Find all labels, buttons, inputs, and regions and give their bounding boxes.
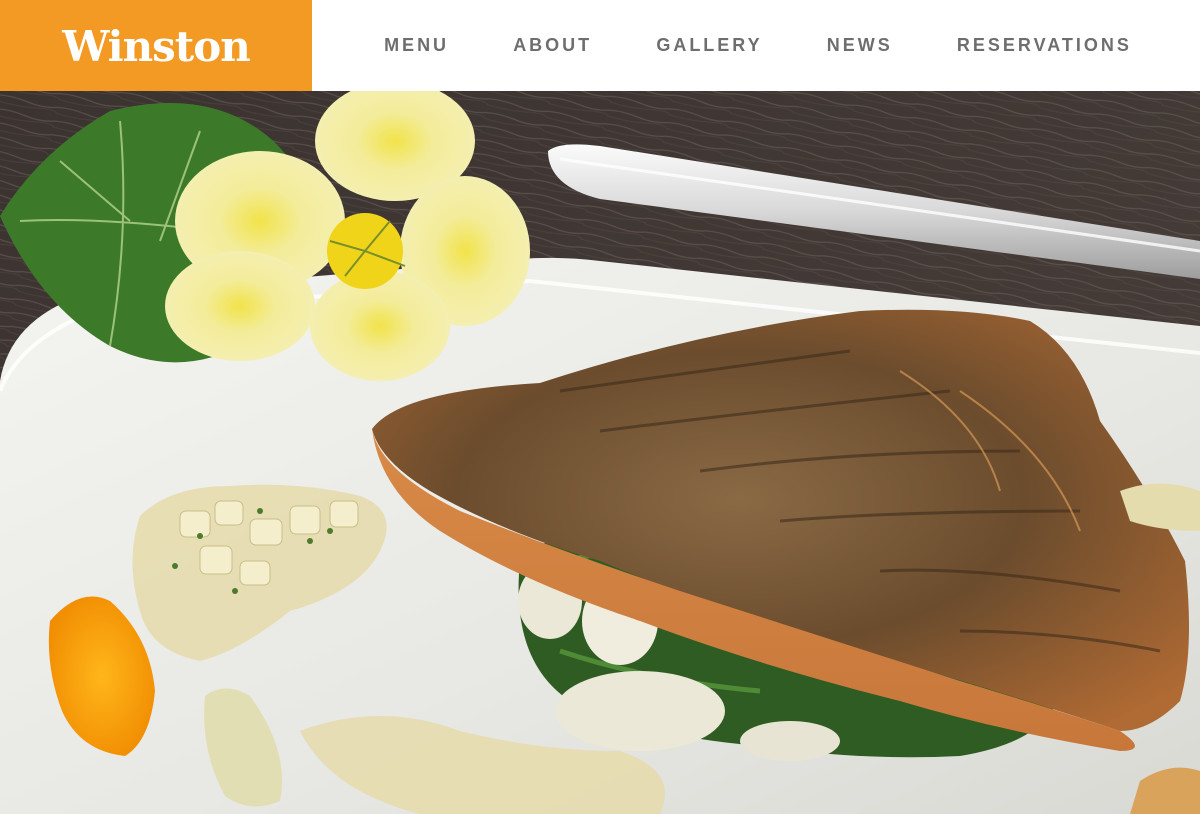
site-header: Winston MENU ABOUT GALLERY NEWS RESERVAT…	[0, 0, 1200, 91]
hero-image	[0, 91, 1200, 814]
brand-name: Winston	[62, 22, 251, 71]
nav-item-menu[interactable]: MENU	[384, 35, 449, 56]
plated-fish-dish-photo	[0, 91, 1200, 814]
nav-item-about[interactable]: ABOUT	[513, 35, 592, 56]
brand-logo[interactable]: Winston	[0, 0, 312, 91]
nav-item-reservations[interactable]: RESERVATIONS	[957, 35, 1132, 56]
nav-item-news[interactable]: NEWS	[827, 35, 893, 56]
nav-item-gallery[interactable]: GALLERY	[656, 35, 762, 56]
main-nav: MENU ABOUT GALLERY NEWS RESERVATIONS	[312, 0, 1200, 91]
